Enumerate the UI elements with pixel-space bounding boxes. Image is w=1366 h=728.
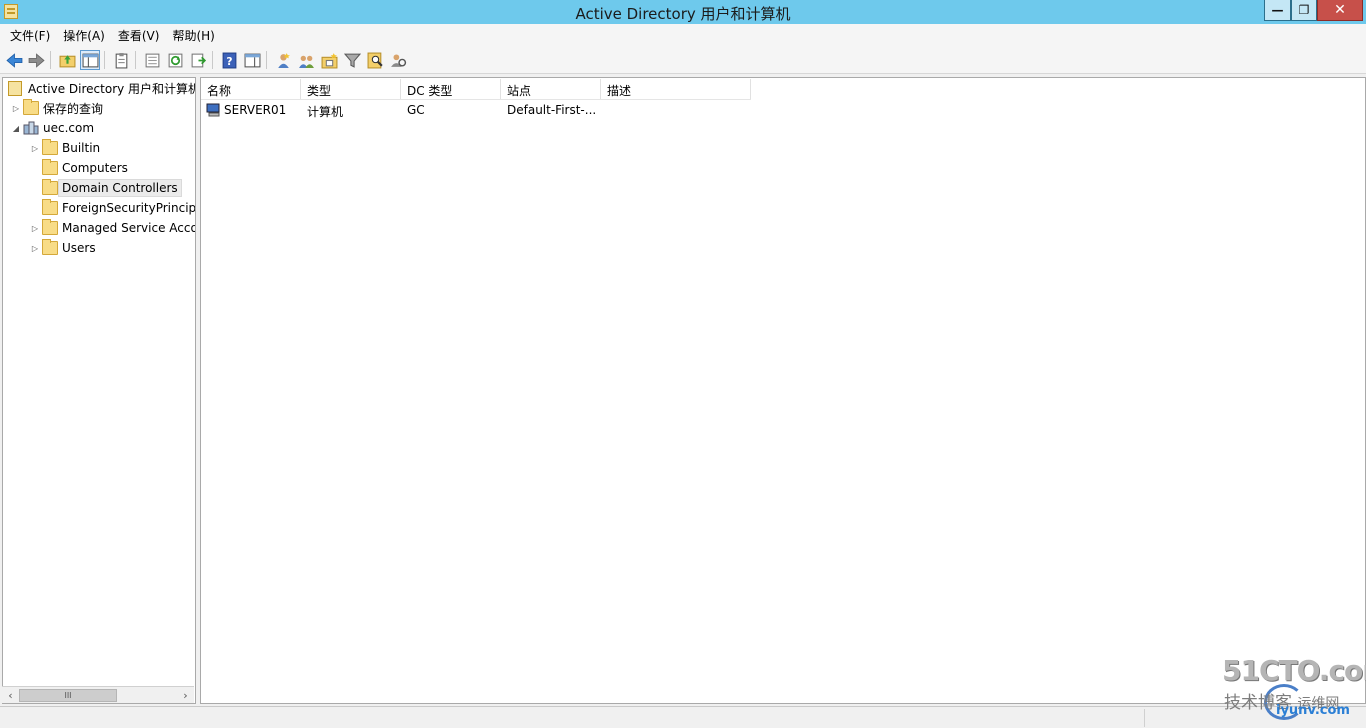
tree-item-managed-service-accounts[interactable]: ▷ Managed Service Acco [30, 218, 196, 238]
tree-item-label: Users [62, 241, 96, 255]
help-icon[interactable]: ? [219, 50, 239, 70]
menu-bar: 文件(F) 操作(A) 查看(V) 帮助(H) [0, 24, 1366, 45]
status-bar [0, 706, 1366, 728]
tree-item-label: Managed Service Acco [62, 221, 196, 235]
tree-item-builtin[interactable]: ▷ Builtin [30, 138, 100, 158]
clipboard-icon[interactable] [111, 50, 131, 70]
column-header-name[interactable]: 名称 [201, 79, 301, 99]
tree-item-label: 保存的查询 [43, 101, 104, 116]
up-folder-icon[interactable] [57, 50, 77, 70]
watermark-url: iyunv.com [1276, 703, 1350, 718]
title-bar: Active Directory 用户和计算机 — ❐ ✕ [0, 0, 1366, 24]
scroll-right-button[interactable]: › [178, 688, 193, 703]
toolbar-separator [266, 51, 267, 69]
scroll-left-button[interactable]: ‹ [3, 688, 18, 703]
menu-action[interactable]: 操作(A) [57, 24, 112, 45]
expand-spacer [30, 203, 40, 213]
cell-type: 计算机 [307, 105, 344, 119]
properties-icon[interactable] [142, 50, 162, 70]
status-bar-divider [1144, 709, 1145, 727]
header-divider [201, 99, 751, 100]
watermark-logo: 51CTO.com 技术博客 运维网 iyunv.com [1222, 654, 1366, 720]
toolbar: ? [0, 45, 1366, 74]
console-tree: Active Directory 用户和计算机 ▷ 保存的查询 ◢ uec.co… [2, 77, 196, 704]
tree-item-computers[interactable]: Computers [30, 158, 128, 178]
close-button[interactable]: ✕ [1317, 0, 1363, 21]
toolbar-separator [135, 51, 136, 69]
computer-icon [206, 103, 222, 120]
cell-dc-type: GC [407, 103, 425, 117]
expand-spacer [30, 183, 40, 193]
cell-name: SERVER01 [224, 103, 287, 117]
tree-item-label: uec.com [43, 121, 95, 135]
filter-icon[interactable] [342, 50, 362, 70]
toolbar-separator [50, 51, 51, 69]
forward-icon[interactable] [26, 50, 46, 70]
menu-view[interactable]: 查看(V) [112, 24, 167, 45]
folder-icon [23, 99, 39, 115]
tree-item-label: Builtin [62, 141, 101, 155]
collapse-icon[interactable]: ◢ [11, 123, 21, 133]
cell-site: Default-First-... [507, 103, 597, 117]
expand-icon[interactable]: ▷ [11, 103, 21, 113]
window-title: Active Directory 用户和计算机 [575, 5, 791, 23]
expand-icon[interactable]: ▷ [30, 223, 40, 233]
folder-icon [42, 199, 58, 215]
new-group-icon[interactable] [296, 50, 316, 70]
refresh-icon[interactable] [165, 50, 185, 70]
delegate-icon[interactable] [388, 50, 408, 70]
toolbar-separator [212, 51, 213, 69]
tree-horizontal-scrollbar[interactable]: ‹ III › [2, 686, 194, 703]
ad-console-icon [8, 80, 22, 96]
column-header-type[interactable]: 类型 [301, 79, 401, 99]
details-list: 名称 类型 DC 类型 站点 描述 SERVER01 计算机 GC Defaul… [200, 77, 1366, 704]
expand-icon[interactable]: ▷ [30, 243, 40, 253]
minimize-button[interactable]: — [1264, 0, 1291, 21]
toolbar-separator [104, 51, 105, 69]
menu-file[interactable]: 文件(F) [4, 24, 57, 45]
new-user-icon[interactable] [273, 50, 293, 70]
export-list-icon[interactable] [188, 50, 208, 70]
svg-text:?: ? [226, 54, 232, 67]
watermark-brand: 51CTO.com [1222, 654, 1366, 687]
ou-folder-icon [42, 179, 58, 195]
restore-button[interactable]: ❐ [1291, 0, 1317, 21]
action-pane-icon[interactable] [242, 50, 262, 70]
column-header-description[interactable]: 描述 [601, 79, 751, 99]
tree-item-label: Computers [62, 161, 128, 175]
show-console-tree-icon[interactable] [80, 50, 100, 70]
folder-icon [42, 159, 58, 175]
folder-icon [42, 219, 58, 235]
expand-spacer [30, 163, 40, 173]
tree-item-foreign-security-principals[interactable]: ForeignSecurityPrincipa [30, 198, 196, 218]
tree-item-domain-controllers[interactable]: Domain Controllers [30, 178, 182, 198]
column-header-dc-type[interactable]: DC 类型 [401, 79, 501, 99]
find-icon[interactable] [365, 50, 385, 70]
folder-icon [42, 239, 58, 255]
tree-item-label: ForeignSecurityPrincipa [62, 201, 196, 215]
tree-item-label: Domain Controllers [58, 179, 182, 197]
tree-item-label: Active Directory 用户和计算机 [28, 81, 196, 96]
tree-item-domain[interactable]: ◢ uec.com [11, 118, 94, 138]
domain-icon [23, 121, 39, 135]
menu-help[interactable]: 帮助(H) [166, 24, 221, 45]
expand-icon[interactable]: ▷ [30, 143, 40, 153]
scrollbar-thumb[interactable]: III [19, 689, 117, 702]
folder-icon [42, 139, 58, 155]
column-header-site[interactable]: 站点 [501, 79, 601, 99]
new-ou-icon[interactable] [319, 50, 339, 70]
back-icon[interactable] [4, 50, 24, 70]
tree-item-saved-queries[interactable]: ▷ 保存的查询 [11, 98, 103, 118]
tree-item-root[interactable]: Active Directory 用户和计算机 [6, 78, 196, 98]
tree-item-users[interactable]: ▷ Users [30, 238, 96, 258]
